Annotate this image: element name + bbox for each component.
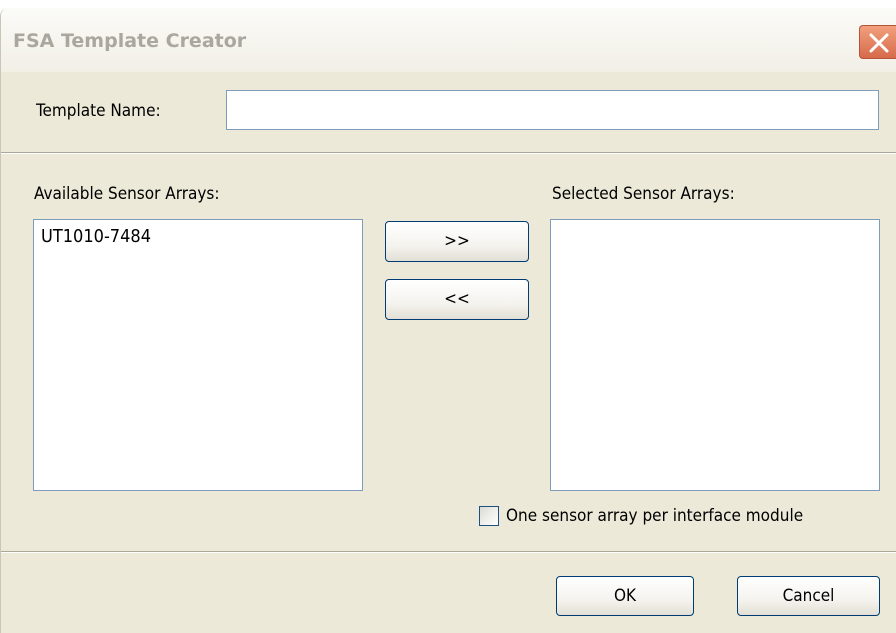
selected-sensor-arrays-list[interactable] (550, 219, 880, 491)
cancel-button[interactable]: Cancel (737, 576, 880, 616)
bottom-separator (1, 551, 896, 553)
title-bar[interactable]: FSA Template Creator (1, 8, 896, 72)
template-name-label: Template Name: (36, 101, 161, 121)
list-item[interactable]: UT1010-7484 (41, 226, 151, 247)
close-icon (869, 33, 889, 53)
window-title: FSA Template Creator (13, 30, 247, 52)
remove-button[interactable]: << (385, 279, 529, 320)
selected-sensor-arrays-label: Selected Sensor Arrays: (552, 184, 735, 204)
ok-button[interactable]: OK (556, 576, 694, 616)
close-button[interactable] (859, 25, 896, 59)
template-name-input[interactable] (226, 90, 879, 130)
available-sensor-arrays-list[interactable]: UT1010-7484 (33, 219, 363, 491)
top-separator (1, 152, 896, 154)
available-sensor-arrays-label: Available Sensor Arrays: (34, 184, 220, 204)
one-array-per-module-checkbox[interactable] (479, 506, 499, 526)
dialog-window: FSA Template Creator Template Name: Avai… (0, 8, 896, 633)
one-array-per-module-label[interactable]: One sensor array per interface module (506, 506, 803, 526)
add-button[interactable]: >> (385, 221, 529, 262)
